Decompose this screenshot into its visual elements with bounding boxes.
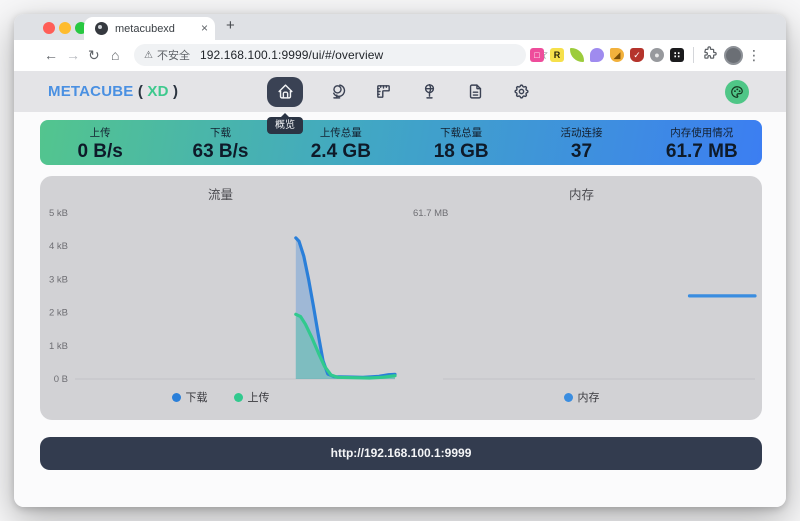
legend-dot-icon <box>564 393 573 402</box>
stat-label: 下载总量 <box>401 125 521 140</box>
legend-item-内存[interactable]: 内存 <box>564 389 600 405</box>
charts-card: 流量 5 kB4 kB3 kB2 kB1 kB0 B 下载上传 内存 61.7 … <box>40 176 762 420</box>
y-tick-label: 0 B <box>54 374 68 385</box>
stat-label: 上传 <box>40 125 160 140</box>
legend-label: 内存 <box>578 389 600 405</box>
browser-tab[interactable]: metacubexd × <box>84 17 215 40</box>
traffic-chart-plot: 5 kB 4 kB 3 kB 2 kB 1 kB 0 B <box>40 176 401 420</box>
y-tick-label: 61.7 MB <box>413 208 448 219</box>
security-warning-icon: ⚠ <box>144 50 153 61</box>
stats-bar: 上传0 B/s下载63 B/s上传总量2.4 GB下载总量18 GB活动连接37… <box>40 120 762 165</box>
legend-item-上传[interactable]: 上传 <box>234 389 270 405</box>
main-nav <box>14 71 786 112</box>
backend-url-bar[interactable]: http://192.168.100.1:9999 <box>40 437 762 470</box>
theme-button[interactable] <box>725 80 749 104</box>
browser-toolbar: ← → ↻ ⌂ ⚠ 不安全 192.168.100.1:9999/ui/#/ov… <box>14 40 786 71</box>
y-tick-label: 3 kB <box>49 274 68 285</box>
extension-purple-icon[interactable] <box>590 48 604 62</box>
extension-shield-icon[interactable]: ✓ <box>630 48 644 62</box>
traffic-chart: 流量 5 kB4 kB3 kB2 kB1 kB0 B 下载上传 <box>40 176 401 420</box>
nav-item-logs[interactable] <box>463 80 487 104</box>
tab-title: metacubexd <box>115 23 175 35</box>
nav-item-proxies[interactable] <box>325 80 349 104</box>
nav-item-rules[interactable] <box>371 80 395 104</box>
stat-value: 61.7 MB <box>642 141 762 163</box>
profile-avatar[interactable] <box>724 46 743 65</box>
url-text[interactable]: 192.168.100.1:9999/ui/#/overview <box>200 48 383 62</box>
gear-icon <box>513 83 530 100</box>
toolbar-divider <box>693 47 694 63</box>
extension-leaf-icon[interactable] <box>570 48 584 62</box>
close-window-button[interactable] <box>43 22 55 34</box>
extensions-area: □ R ◢ ✓ ● ∷ <box>530 45 743 65</box>
stat-4: 活动连接37 <box>521 120 641 165</box>
security-label[interactable]: 不安全 <box>157 47 190 63</box>
tab-close-icon[interactable]: × <box>201 22 208 35</box>
y-tick-label: 2 kB <box>49 308 68 319</box>
extension-pen-icon[interactable]: ◢ <box>610 48 624 62</box>
new-tab-button[interactable]: + <box>226 17 235 34</box>
stat-value: 18 GB <box>401 141 521 163</box>
stat-value: 2.4 GB <box>281 141 401 163</box>
stat-1: 下载63 B/s <box>160 120 280 165</box>
legend-dot-icon <box>172 393 181 402</box>
stat-value: 0 B/s <box>40 141 160 163</box>
stat-label: 内存使用情况 <box>642 125 762 140</box>
legend-label: 上传 <box>248 389 270 405</box>
extensions-puzzle-icon[interactable] <box>703 45 718 65</box>
nav-tooltip: 概览 <box>267 117 303 134</box>
page-content: METACUBE ( XD ) 概览 上传0 B/s下载63 B/s上传总量2.… <box>14 71 786 507</box>
memory-chart: 内存 61.7 MB 内存 <box>401 176 762 420</box>
app-header: METACUBE ( XD ) <box>14 71 786 112</box>
stat-value: 63 B/s <box>160 141 280 163</box>
forward-icon: → <box>66 47 80 63</box>
legend-dot-icon <box>234 393 243 402</box>
browser-home-icon[interactable]: ⌂ <box>111 47 119 63</box>
stat-label: 活动连接 <box>521 125 641 140</box>
browser-menu-icon[interactable]: ⋮ <box>747 47 761 64</box>
tab-favicon-icon <box>95 22 108 35</box>
ruler-icon <box>375 83 392 100</box>
tab-strip: metacubexd × + <box>14 14 786 40</box>
extension-r-icon[interactable]: R <box>550 48 564 62</box>
stat-label: 下载 <box>160 125 280 140</box>
stat-5: 内存使用情况61.7 MB <box>642 120 762 165</box>
minimize-window-button[interactable] <box>59 22 71 34</box>
nav-item-connections[interactable] <box>417 80 441 104</box>
address-bar[interactable]: ⚠ 不安全 192.168.100.1:9999/ui/#/overview <box>134 44 526 66</box>
nav-item-overview[interactable] <box>267 77 303 107</box>
globe-icon <box>329 83 346 100</box>
y-tick-label: 5 kB <box>49 208 68 219</box>
extension-pink-icon[interactable]: □ <box>530 48 544 62</box>
y-tick-label: 1 kB <box>49 341 68 352</box>
browser-window: metacubexd × + ← → ↻ ⌂ ⚠ 不安全 192.168.100… <box>14 14 786 507</box>
back-icon[interactable]: ← <box>44 47 58 63</box>
y-tick-label: 4 kB <box>49 241 68 252</box>
extension-black-icon[interactable]: ∷ <box>670 48 684 62</box>
stat-value: 37 <box>521 141 641 163</box>
extension-gray-icon[interactable]: ● <box>650 48 664 62</box>
stat-3: 下载总量18 GB <box>401 120 521 165</box>
stat-0: 上传0 B/s <box>40 120 160 165</box>
nav-item-config[interactable] <box>509 80 533 104</box>
legend-item-下载[interactable]: 下载 <box>172 389 208 405</box>
memory-chart-plot: 61.7 MB <box>401 176 762 420</box>
reload-icon[interactable]: ↻ <box>88 47 100 64</box>
traffic-chart-legend: 下载 上传 <box>40 389 401 405</box>
legend-label: 下载 <box>186 389 208 405</box>
home-icon <box>277 83 294 100</box>
memory-chart-legend: 内存 <box>401 389 762 405</box>
file-icon <box>467 83 484 100</box>
globe-pin-icon <box>421 83 438 100</box>
palette-icon <box>730 85 744 99</box>
